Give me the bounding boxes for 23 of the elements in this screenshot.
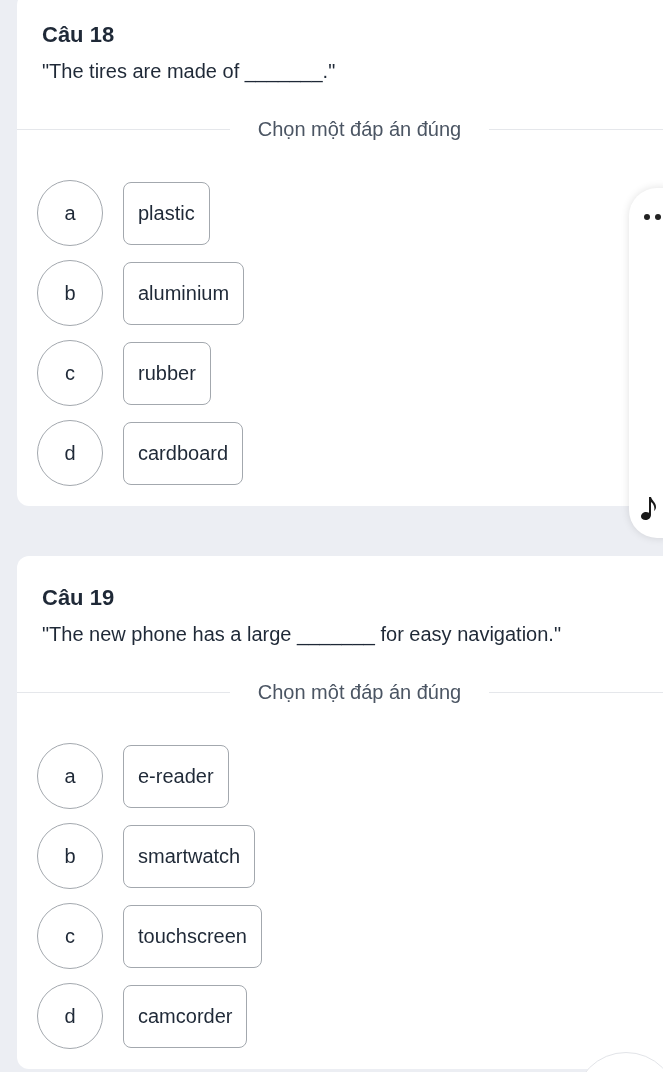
question-text: "The tires are made of _______."	[42, 59, 336, 85]
instruction-label: Chọn một đáp án đúng	[257, 117, 462, 142]
option-answer-button[interactable]: plastic	[123, 181, 210, 245]
option-answer-button[interactable]: cardboard	[123, 421, 244, 485]
option-answer-button[interactable]: camcorder	[123, 984, 248, 1048]
option-letter-button[interactable]: c	[37, 903, 103, 969]
option-letter-button[interactable]: b	[37, 823, 103, 889]
option-letter-button[interactable]: b	[37, 260, 103, 326]
option-letter-button[interactable]: a	[37, 180, 103, 246]
more-icon[interactable]	[644, 214, 662, 220]
option-answer-button[interactable]: touchscreen	[123, 904, 262, 968]
option-letter-button[interactable]: d	[37, 420, 103, 486]
option-answer-button[interactable]: rubber	[123, 341, 211, 405]
question-title: Câu 19	[42, 584, 115, 612]
option-answer-button[interactable]: aluminium	[123, 261, 245, 325]
option-answer-button[interactable]: e-reader	[123, 744, 229, 808]
question-text: "The new phone has a large _______ for easy navigation."	[42, 622, 561, 648]
instruction-label: Chọn một đáp án đúng	[257, 680, 462, 705]
option-letter-button[interactable]: c	[37, 340, 103, 406]
question-title: Câu 18	[42, 21, 115, 49]
option-letter-button[interactable]: d	[37, 983, 103, 1049]
option-answer-button[interactable]: smartwatch	[123, 824, 256, 888]
option-letter-button[interactable]: a	[37, 743, 103, 809]
